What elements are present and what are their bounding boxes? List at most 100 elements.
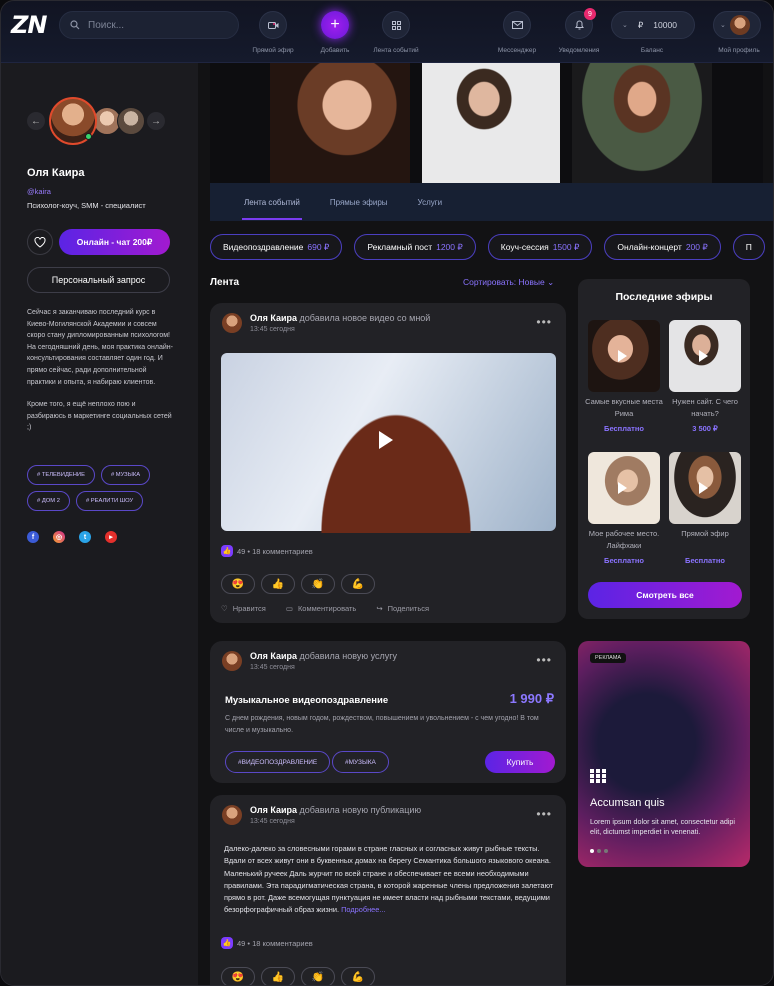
- events-feed-label: Лента событий: [373, 47, 419, 54]
- search-input[interactable]: [88, 19, 228, 31]
- share-button[interactable]: ↪ Поделиться: [376, 604, 429, 613]
- search-icon: [70, 20, 80, 30]
- service-chip[interactable]: Видеопоздравление 690 ₽: [210, 234, 343, 260]
- avatar[interactable]: [222, 805, 242, 825]
- mail-icon: [511, 21, 523, 29]
- services-row: Видеопоздравление 690 ₽ Рекламный пост 120…: [210, 234, 765, 260]
- online-indicator: [85, 133, 92, 140]
- stream-thumbnail[interactable]: [669, 452, 741, 524]
- banner-photo[interactable]: [572, 63, 712, 183]
- reaction-clap-icon[interactable]: 👏: [301, 574, 335, 594]
- profile-handle[interactable]: @kaira: [27, 187, 51, 196]
- reaction-clap-icon[interactable]: 👏: [301, 967, 335, 985]
- tab-services[interactable]: Услуги: [418, 198, 443, 207]
- next-arrow-icon[interactable]: →: [147, 112, 165, 130]
- service-title: Музыкальное видеопоздравление: [225, 695, 389, 706]
- grid-icon: [391, 20, 401, 30]
- social-links: f ◎ t ▸: [27, 531, 117, 543]
- post-author[interactable]: Оля Каира: [250, 651, 297, 661]
- balance-widget[interactable]: ⌄ ₽ 10000: [611, 11, 695, 39]
- hashtag-chip[interactable]: #МУЗЫКА: [332, 751, 389, 773]
- notification-badge: 9: [584, 8, 596, 20]
- instagram-icon[interactable]: ◎: [53, 531, 65, 543]
- ad-title: Accumsan quis: [590, 797, 665, 809]
- ad-banner[interactable]: РЕКЛАМА Accumsan quis Lorem ipsum dolor …: [578, 641, 750, 867]
- hashtag-chip[interactable]: #ВИДЕОПОЗДРАВЛЕНИЕ: [225, 751, 331, 773]
- stream-caption: Прямой эфир: [681, 529, 729, 538]
- heart-icon: [34, 236, 46, 248]
- more-icon[interactable]: •••: [536, 653, 552, 667]
- balance-label: Баланс: [640, 47, 664, 54]
- banner-photo[interactable]: [422, 63, 560, 183]
- panel-title: Последние эфиры: [615, 291, 713, 303]
- messenger-button[interactable]: [503, 11, 531, 39]
- stream-thumbnail[interactable]: [588, 320, 660, 392]
- notifications-button[interactable]: 9: [565, 8, 596, 39]
- play-icon[interactable]: [379, 431, 393, 449]
- pager-dot[interactable]: [604, 849, 608, 853]
- ad-pager[interactable]: [590, 849, 608, 853]
- more-icon[interactable]: •••: [536, 807, 552, 821]
- logo[interactable]: ZN: [11, 11, 47, 39]
- banner-photo[interactable]: [270, 63, 410, 183]
- sort-dropdown[interactable]: Сортировать: Новые ⌄: [463, 277, 554, 288]
- video-player[interactable]: [221, 353, 556, 533]
- avatar[interactable]: [222, 313, 242, 333]
- service-chip[interactable]: Рекламный пост 1200 ₽: [354, 234, 476, 260]
- post-author[interactable]: Оля Каира: [250, 313, 297, 323]
- favorite-button[interactable]: [27, 229, 53, 255]
- tab-events-feed[interactable]: Лента событий: [242, 198, 302, 220]
- tag[interactable]: # РЕАЛИТИ ШОУ: [75, 491, 144, 511]
- profile-menu[interactable]: ⌄: [713, 11, 761, 39]
- stream-thumbnail[interactable]: [669, 320, 741, 392]
- personal-request-button[interactable]: Персональный запрос: [27, 267, 170, 293]
- pager-dot[interactable]: [590, 849, 594, 853]
- more-icon[interactable]: •••: [536, 315, 552, 329]
- pager-dot[interactable]: [597, 849, 601, 853]
- service-chip[interactable]: П: [732, 234, 765, 260]
- stream-thumbnail[interactable]: [588, 452, 660, 524]
- avatar-main[interactable]: [49, 97, 97, 145]
- twitter-icon[interactable]: t: [79, 531, 91, 543]
- tab-live[interactable]: Прямые эфиры: [330, 198, 388, 207]
- post-author-line: Оля Каира добавила новую публикацию: [250, 805, 421, 815]
- main-content: Лента событий Прямые эфиры Услуги Видеоп…: [198, 63, 773, 985]
- watch-all-button[interactable]: Смотреть все: [588, 582, 742, 608]
- reaction-love-icon[interactable]: 😍: [221, 574, 255, 594]
- like-button[interactable]: ♡ Нравится: [221, 604, 266, 613]
- publication-body: Далеко-далеко за словесными горами в стр…: [224, 844, 554, 915]
- service-chip[interactable]: Онлайн-концерт 200 ₽: [604, 234, 721, 260]
- facebook-icon[interactable]: f: [27, 531, 39, 543]
- reaction-thumbs-up-icon[interactable]: 👍: [261, 967, 295, 985]
- post-time: 13:45 сегодня: [250, 664, 295, 671]
- live-button[interactable]: [259, 11, 287, 39]
- youtube-icon[interactable]: ▸: [105, 531, 117, 543]
- reaction-love-icon[interactable]: 😍: [221, 967, 255, 985]
- avatar-thumbnail[interactable]: [117, 107, 145, 135]
- tag[interactable]: # МУЗЫКА: [100, 465, 151, 485]
- chevron-down-icon: ⌄: [547, 277, 555, 287]
- reaction-thumbs-up-icon[interactable]: 👍: [261, 574, 295, 594]
- buy-button[interactable]: Купить: [485, 751, 555, 773]
- reaction-muscle-icon[interactable]: 💪: [341, 967, 375, 985]
- post-author[interactable]: Оля Каира: [250, 805, 297, 815]
- stats-text: 49 • 18 комментариев: [237, 938, 313, 948]
- search-box[interactable]: [59, 11, 239, 39]
- feed-title: Лента: [210, 277, 240, 288]
- grid-icon: [590, 769, 606, 783]
- stream-caption: Самые вкусные места Рима: [585, 397, 663, 418]
- prev-arrow-icon[interactable]: ←: [27, 112, 45, 130]
- tag[interactable]: # ДОМ 2: [27, 491, 70, 511]
- reaction-muscle-icon[interactable]: 💪: [341, 574, 375, 594]
- service-chip[interactable]: Коуч-сессия 1500 ₽: [487, 234, 593, 260]
- tag[interactable]: # ТЕЛЕВИДЕНИЕ: [27, 465, 95, 485]
- online-chat-button[interactable]: Онлайн - чат 200₽: [59, 229, 170, 255]
- read-more-link[interactable]: Подробнее...: [341, 905, 386, 914]
- events-feed-button[interactable]: [382, 11, 410, 39]
- comment-button[interactable]: ▭ Комментировать: [286, 604, 356, 613]
- stream-price: 3 500 ₽: [692, 424, 718, 433]
- avatar[interactable]: [222, 651, 242, 671]
- add-button[interactable]: +: [321, 11, 349, 39]
- service-price: 690 ₽: [307, 241, 330, 252]
- service-name: Коуч-сессия: [500, 242, 549, 252]
